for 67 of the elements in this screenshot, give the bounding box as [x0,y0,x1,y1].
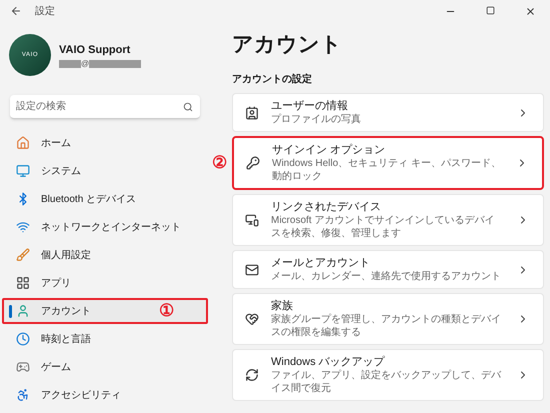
nav-item[interactable]: アクセシビリティ [2,382,208,408]
nav-item[interactable]: ネットワークとインターネット [2,214,208,240]
nav-item[interactable]: アカウント ① [2,298,208,324]
window-title: 設定 [35,4,55,18]
gamepad-icon [16,360,30,374]
selection-indicator [9,304,12,318]
nav-label: ゲーム [41,360,71,374]
nav-label: ホーム [41,136,71,150]
sync-icon [245,368,259,382]
nav-label: 個人用設定 [41,248,91,262]
card-title: メールとアカウント [271,256,371,270]
nav-item[interactable]: ゲーム [2,354,208,380]
nav-item[interactable]: Bluetooth とデバイス [2,186,208,212]
card-title: 家族 [271,299,294,313]
mail-icon [245,262,259,276]
nav-item[interactable]: ホーム [2,130,208,156]
page-heading: アカウント [232,32,343,58]
person-icon [16,304,30,318]
maximize-icon[interactable] [486,6,494,14]
accessibility-icon [16,388,30,402]
back-icon[interactable] [10,5,22,17]
card-description: ファイル、アプリ、設定をバックアップして、デバイス間で復元 [271,369,502,395]
house-icon [16,136,30,150]
nav-item[interactable]: システム [2,158,208,184]
close-icon[interactable] [524,6,536,16]
nav-label: Bluetooth とデバイス [41,192,136,206]
settings-card[interactable]: サインイン オプション Windows Hello、セキュリティ キー、パスワード、動的ロック [232,136,544,190]
monitor-icon [16,164,30,178]
clock-icon [16,332,30,346]
nav-label: 時刻と言語 [41,332,91,346]
nav-label: ネットワークとインターネット [41,220,181,234]
nav-label: システム [41,164,81,178]
brush-icon [16,248,30,262]
step-number: ② [212,152,227,174]
card-description: Microsoft アカウントでサインインしているデバイスを検索、修復、管理します [271,214,496,240]
settings-card[interactable]: 家族 家族グループを管理し、アカウントの種類とデバイスの権限を編集する [232,293,544,345]
wifi-icon [16,220,30,234]
nav-label: アプリ [41,276,71,290]
card-description: プロファイルの写真 [271,113,362,126]
card-description: Windows Hello、セキュリティ キー、パスワード、動的ロック [272,157,502,183]
card-title: ユーザーの情報 [271,99,349,113]
card-title: サインイン オプション [272,143,386,157]
search-icon [183,102,193,112]
nav-item[interactable]: 時刻と言語 [2,326,208,352]
email-at-sign: @ [81,60,90,68]
settings-card[interactable]: ユーザーの情報 プロファイルの写真 [232,93,544,132]
card-description: 家族グループを管理し、アカウントの種類とデバイスの権限を編集する [271,313,502,339]
settings-card[interactable]: メールとアカウント メール、カレンダー、連絡先で使用するアカウント [232,250,544,289]
section-heading: アカウントの設定 [232,72,313,87]
devices-icon [245,213,259,227]
contact-icon [245,106,259,120]
step-number: ① [159,300,174,322]
settings-card[interactable]: Windows バックアップ ファイル、アプリ、設定をバックアップして、デバイス間で復元 [232,349,544,401]
nav-item[interactable]: アプリ [2,270,208,296]
redaction-bar [89,60,142,68]
nav-label: アクセシビリティ [41,388,121,402]
nav-item[interactable]: 個人用設定 [2,242,208,268]
redaction-bar [59,60,81,68]
key-icon [246,156,260,170]
search-field[interactable]: 設定の検索 [10,95,200,119]
profile-name: VAIO Support [59,42,132,58]
nav-label: アカウント [41,304,91,318]
card-title: リンクされたデバイス [271,200,382,214]
settings-card[interactable]: リンクされたデバイス Microsoft アカウントでサインインしているデバイスを検索、修復、管理します [232,194,544,246]
card-title: Windows バックアップ [271,355,386,369]
card-description: メール、カレンダー、連絡先で使用するアカウント [271,270,502,283]
apps-grid-icon [16,276,30,290]
